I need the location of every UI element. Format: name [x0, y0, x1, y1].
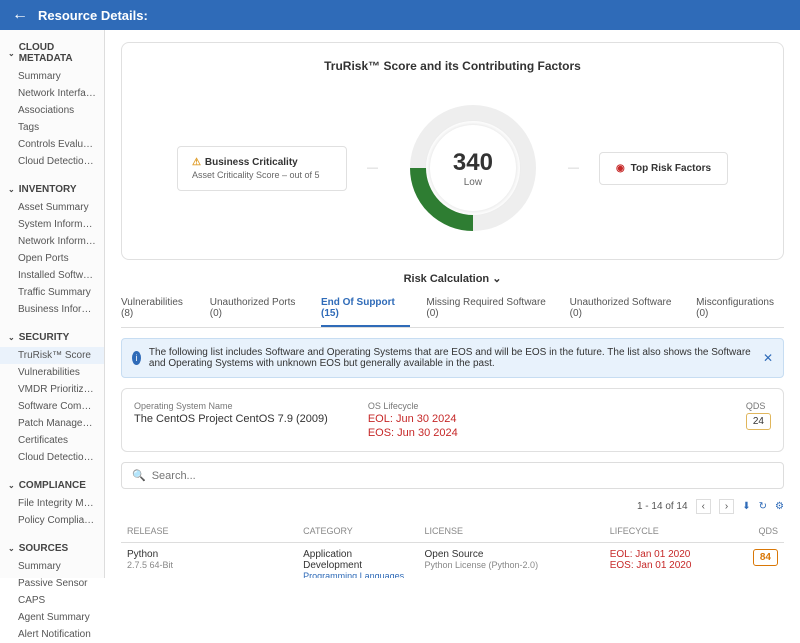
business-criticality-sub: Asset Criticality Score – out of 5 — [192, 170, 332, 180]
header-bar: ← Resource Details: — [0, 0, 800, 30]
info-icon: i — [132, 351, 141, 365]
info-banner: i The following list includes Software a… — [121, 338, 784, 378]
page-title: Resource Details: — [38, 8, 148, 23]
trurisk-factors: ⚠ Business Criticality Asset Criticality… — [138, 93, 767, 243]
sidebar-section-header[interactable]: ⌄COMPLIANCE — [0, 476, 104, 495]
tab[interactable]: Vulnerabilities (8) — [121, 291, 194, 327]
connector-line: — — [568, 162, 579, 174]
tab[interactable]: End Of Support (15) — [321, 291, 410, 327]
business-criticality-title: ⚠ Business Criticality — [192, 157, 332, 168]
os-name: The CentOS Project CentOS 7.9 (2009) — [134, 413, 328, 425]
os-card: Operating System Name The CentOS Project… — [121, 388, 784, 452]
tab[interactable]: Unauthorized Ports (0) — [210, 291, 305, 327]
sidebar-section-header[interactable]: ⌄SECURITY — [0, 328, 104, 347]
sidebar-item[interactable]: Software Composition Analy... — [0, 398, 104, 415]
gauge-label: Low — [464, 177, 482, 188]
sidebar-item[interactable]: Business Information — [0, 301, 104, 318]
sidebar-section-header[interactable]: ⌄CLOUD METADATA — [0, 38, 104, 68]
tabs: Vulnerabilities (8) Unauthorized Ports (0… — [121, 291, 784, 328]
sidebar-item[interactable]: Vulnerabilities — [0, 364, 104, 381]
sidebar-item[interactable]: Cloud Detection and Respon... — [0, 449, 104, 466]
gauge-score: 340 — [453, 149, 493, 177]
releases-table: RELEASECATEGORYLICENSELIFECYCLEQDS Pytho… — [121, 520, 784, 578]
search-box[interactable]: 🔍 — [121, 462, 784, 489]
chevron-down-icon: ⌄ — [8, 481, 15, 490]
chevron-down-icon: ⌄ — [8, 544, 15, 553]
os-name-label: Operating System Name — [134, 401, 328, 411]
sidebar-item[interactable]: Controls Evaluated — [0, 136, 104, 153]
sidebar-item[interactable]: Traffic Summary — [0, 284, 104, 301]
info-banner-text: The following list includes Software and… — [149, 347, 755, 369]
sidebar-item[interactable]: Asset Summary — [0, 199, 104, 216]
next-page-icon[interactable]: › — [719, 499, 734, 514]
sidebar-item[interactable]: Summary — [0, 558, 104, 575]
prev-page-icon[interactable]: ‹ — [696, 499, 711, 514]
sidebar: ⌄CLOUD METADATASummaryNetwork Interfaces… — [0, 30, 105, 578]
tab[interactable]: Unauthorized Software (0) — [570, 291, 680, 327]
pagination-text: 1 - 14 of 14 — [637, 501, 688, 512]
table-header[interactable]: LIFECYCLE — [604, 520, 747, 543]
trurisk-card: TruRisk™ Score and its Contributing Fact… — [121, 42, 784, 260]
sidebar-item[interactable]: Network Interfaces — [0, 85, 104, 102]
gauge: 340 Low — [398, 93, 548, 243]
sidebar-item[interactable]: Cloud Detection and Respon... — [0, 153, 104, 170]
download-icon[interactable]: ⬇ — [742, 501, 750, 512]
sidebar-item[interactable]: Patch Management — [0, 415, 104, 432]
main-layout: ⌄CLOUD METADATASummaryNetwork Interfaces… — [0, 30, 800, 578]
sidebar-item[interactable]: System Information — [0, 216, 104, 233]
sidebar-item[interactable]: TruRisk™ Score — [0, 347, 104, 364]
os-lifecycle-label: OS Lifecycle — [368, 401, 458, 411]
gear-icon[interactable]: ⚙ — [775, 501, 784, 512]
tab[interactable]: Missing Required Software (0) — [426, 291, 553, 327]
sidebar-item[interactable]: VMDR Prioritization — [0, 381, 104, 398]
qds-badge: 24 — [746, 413, 771, 430]
tab[interactable]: Misconfigurations (0) — [696, 291, 784, 327]
qds-label: QDS — [746, 401, 771, 411]
search-input[interactable] — [152, 470, 773, 482]
sidebar-item[interactable]: Policy Compliance — [0, 512, 104, 529]
sidebar-item[interactable]: CAPS — [0, 592, 104, 609]
warning-icon: ⚠ — [192, 157, 201, 168]
table-toolbar: 1 - 14 of 14 ‹ › ⬇ ↻ ⚙ — [121, 499, 784, 514]
sidebar-item[interactable]: Installed Software — [0, 267, 104, 284]
qds-value: 84 — [753, 549, 778, 566]
sidebar-item[interactable]: Associations — [0, 102, 104, 119]
table-header-row: RELEASECATEGORYLICENSELIFECYCLEQDS — [121, 520, 784, 543]
sidebar-item[interactable]: Open Ports — [0, 250, 104, 267]
main-content: TruRisk™ Score and its Contributing Fact… — [105, 30, 800, 578]
chevron-down-icon: ⌄ — [492, 273, 501, 285]
sidebar-item[interactable]: Network Information — [0, 233, 104, 250]
chevron-down-icon: ⌄ — [8, 333, 15, 342]
search-icon: 🔍 — [132, 469, 146, 482]
close-icon[interactable]: ✕ — [763, 351, 773, 365]
sidebar-item[interactable]: Certificates — [0, 432, 104, 449]
refresh-icon[interactable]: ↻ — [759, 501, 767, 512]
sidebar-section-header[interactable]: ⌄INVENTORY — [0, 180, 104, 199]
risk-calculation-header[interactable]: Risk Calculation ⌄ — [121, 272, 784, 285]
chevron-down-icon: ⌄ — [8, 185, 15, 194]
back-arrow-icon[interactable]: ← — [12, 6, 28, 24]
sidebar-item[interactable]: Agent Summary — [0, 609, 104, 626]
business-criticality-box[interactable]: ⚠ Business Criticality Asset Criticality… — [177, 146, 347, 191]
sidebar-item[interactable]: Summary — [0, 68, 104, 85]
os-eos: EOS: Jun 30 2024 — [368, 427, 458, 439]
table-row[interactable]: Python2.7.5 64-BitApplication Developmen… — [121, 543, 784, 579]
trurisk-title: TruRisk™ Score and its Contributing Fact… — [138, 59, 767, 73]
table-header[interactable]: QDS — [747, 520, 784, 543]
top-risk-factors-box[interactable]: ◉ Top Risk Factors — [599, 152, 728, 185]
sidebar-item[interactable]: File Integrity Monitoring — [0, 495, 104, 512]
table-header[interactable]: LICENSE — [419, 520, 604, 543]
connector-line: — — [367, 162, 378, 174]
table-header[interactable]: RELEASE — [121, 520, 297, 543]
sidebar-item[interactable]: Alert Notification — [0, 626, 104, 643]
sidebar-item[interactable]: Tags — [0, 119, 104, 136]
chevron-down-icon: ⌄ — [8, 49, 15, 58]
os-eol: EOL: Jun 30 2024 — [368, 413, 458, 425]
table-header[interactable]: CATEGORY — [297, 520, 418, 543]
alert-icon: ◉ — [616, 163, 625, 174]
sidebar-section-header[interactable]: ⌄SOURCES — [0, 539, 104, 558]
table-body: Python2.7.5 64-BitApplication Developmen… — [121, 543, 784, 579]
